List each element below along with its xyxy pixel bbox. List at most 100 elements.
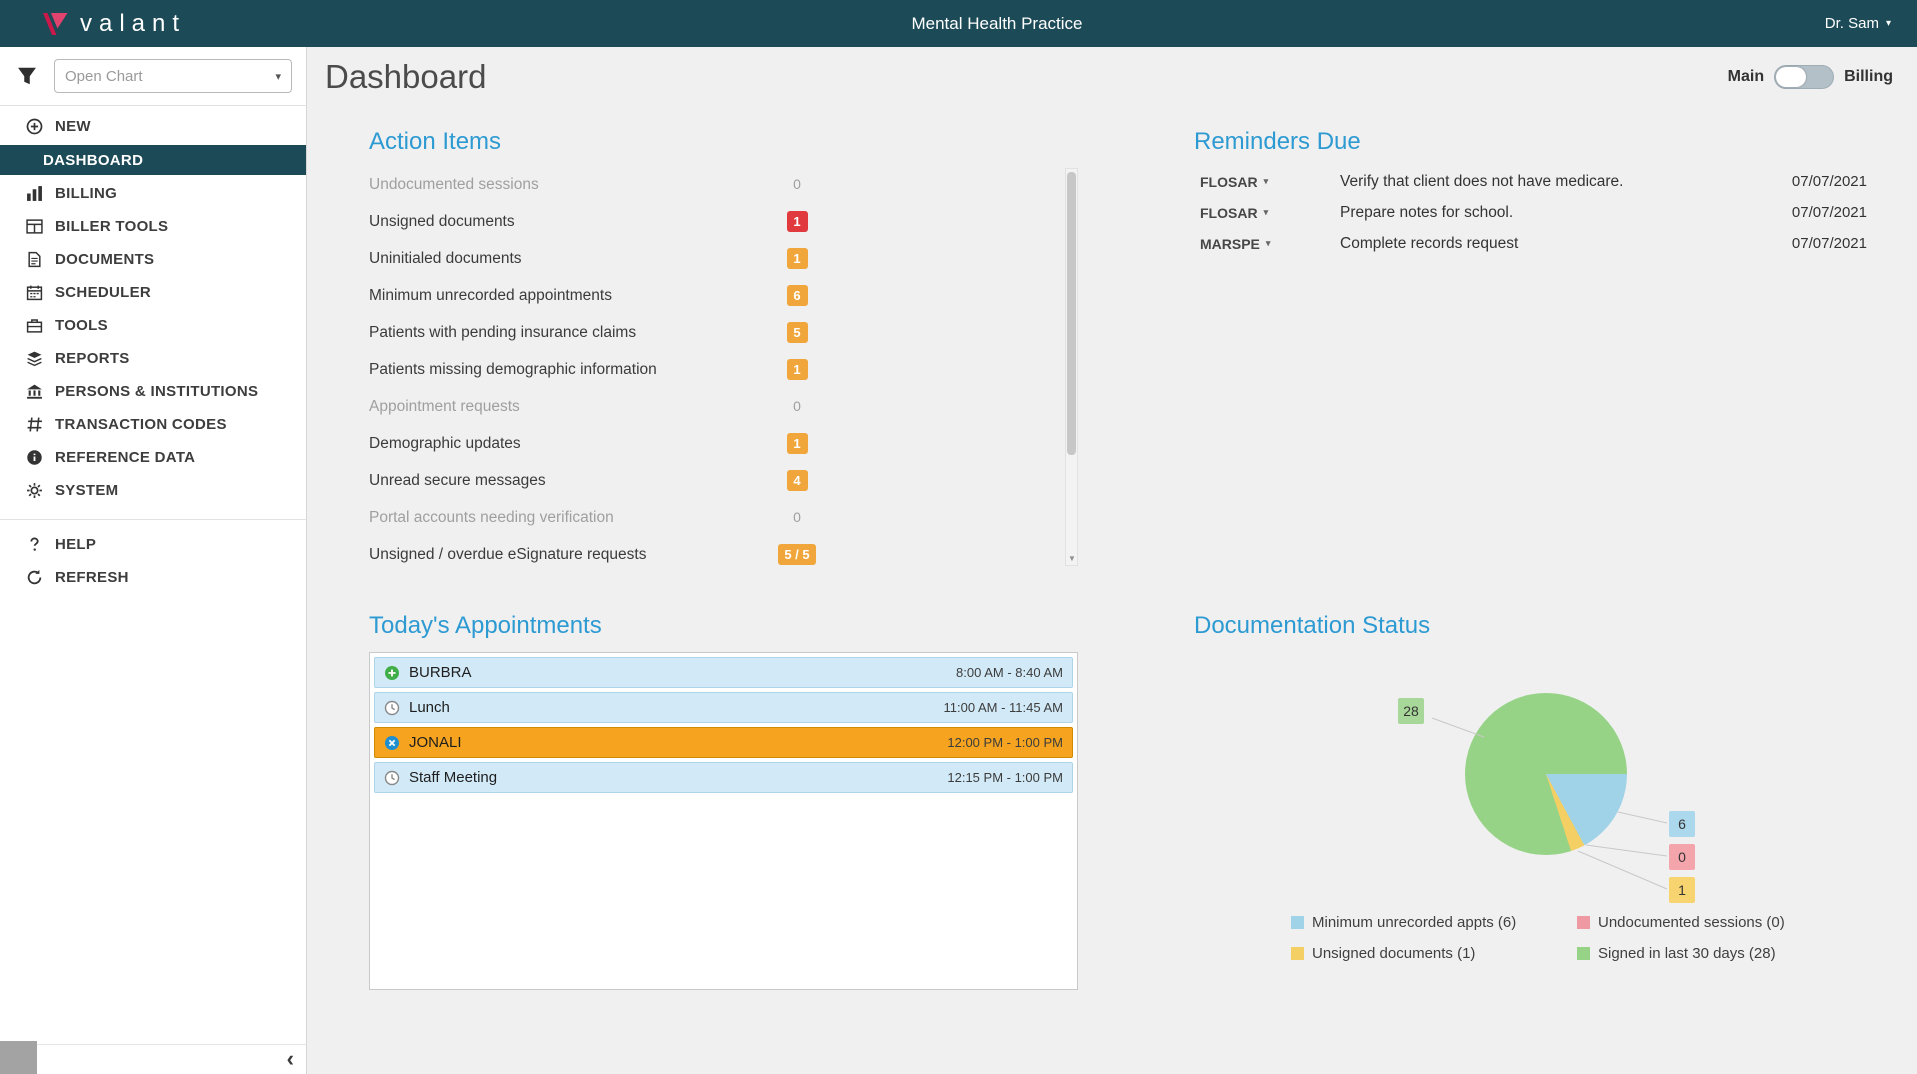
count-value: 0 [793,176,801,192]
sidebar-item-label: SCHEDULER [55,284,151,301]
sidebar-collapse[interactable]: ‹ [0,1044,306,1074]
app-window: valant Mental Health Practice Dr. Sam ▾ … [0,0,1917,1074]
open-chart-placeholder: Open Chart [65,68,275,85]
sidebar-item-label: TRANSACTION CODES [55,416,227,433]
sidebar-item-reference-data[interactable]: REFERENCE DATA [0,441,306,474]
question-icon [26,536,44,554]
main-billing-toggle[interactable] [1774,65,1834,89]
count-badge: 4 [787,470,808,491]
sidebar: Open Chart ▾ NEWDASHBOARDBILLINGBILLER T… [0,47,307,1074]
action-item-count: 0 [777,398,817,416]
documentation-status-section: Documentation Status 28 6 0 1 Minimum un… [1194,612,1884,1012]
action-item-row[interactable]: Unsigned / overdue eSignature requests 5 … [369,536,1059,573]
action-item-label: Unsigned / overdue eSignature requests [369,546,646,564]
legend-item: Signed in last 30 days (28) [1577,945,1785,962]
sidebar-item-reports[interactable]: REPORTS [0,342,306,375]
count-badge: 1 [787,359,808,380]
sidebar-item-scheduler[interactable]: SCHEDULER [0,276,306,309]
topbar: valant Mental Health Practice Dr. Sam ▾ [0,0,1917,47]
sidebar-item-dashboard[interactable]: DASHBOARD [0,145,306,175]
pie-callout: 1 [1669,877,1695,903]
funnel-icon [16,65,38,87]
valant-logo[interactable]: valant [40,10,186,38]
reminders-title: Reminders Due [1194,128,1867,156]
action-item-count: 1 [777,433,817,454]
count-badge: 5 / 5 [778,544,815,565]
sidebar-item-new[interactable]: NEW [0,110,306,143]
sidebar-item-documents[interactable]: DOCUMENTS [0,243,306,276]
action-item-row[interactable]: Portal accounts needing verification0 [369,499,1059,536]
action-item-label: Unsigned documents [369,213,515,231]
action-item-row[interactable]: Unsigned documents1 [369,203,1059,240]
bank-icon [26,383,44,401]
reminder-row[interactable]: MARSPE▾Complete records request07/07/202… [1194,228,1867,259]
appointment-row[interactable]: Lunch11:00 AM - 11:45 AM [374,692,1073,723]
action-item-count: 1 [777,359,817,380]
sidebar-item-persons-institutions[interactable]: PERSONS & INSTITUTIONS [0,375,306,408]
chevron-down-icon: ▾ [1264,207,1269,218]
gears-icon [26,482,44,500]
appointment-row[interactable]: BURBRA8:00 AM - 8:40 AM [374,657,1073,688]
scrollbar-down-arrow-icon[interactable]: ▼ [1068,554,1076,563]
sidebar-item-transaction-codes[interactable]: TRANSACTION CODES [0,408,306,441]
patient-code-dropdown[interactable]: FLOSAR▾ [1194,205,1340,221]
action-item-label: Uninitialed documents [369,250,522,268]
scrollbar-thumb[interactable] [1067,172,1076,455]
sidebar-item-system[interactable]: SYSTEM [0,474,306,507]
action-item-label: Undocumented sessions [369,176,539,194]
action-item-row[interactable]: Uninitialed documents1 [369,240,1059,277]
document-icon [26,251,44,269]
legend-color-swatch [1577,916,1590,929]
action-item-row[interactable]: Patients with pending insurance claims5 [369,314,1059,351]
sidebar-item-refresh[interactable]: REFRESH [0,561,306,594]
action-items-scrollbar[interactable]: ▼ [1065,168,1078,566]
sidebar-item-help[interactable]: HELP [0,528,306,561]
sidebar-footer-nav: HELPREFRESH [0,519,306,594]
open-chart-combobox[interactable]: Open Chart ▾ [54,59,292,93]
sidebar-item-tools[interactable]: TOOLS [0,309,306,342]
main-billing-toggle-group: Main Billing [1728,65,1893,89]
action-items-section: Action Items Undocumented sessions 0 Unsig… [369,128,1089,628]
chevron-down-icon: ▾ [1886,18,1891,29]
sidebar-item-biller-tools[interactable]: BILLER TOOLS [0,210,306,243]
documentation-pie [1465,693,1627,855]
pie-callout: 6 [1669,811,1695,837]
patient-code-dropdown[interactable]: FLOSAR▾ [1194,174,1340,190]
sidebar-item-billing[interactable]: BILLING [0,177,306,210]
refresh-icon [26,569,44,587]
action-item-count: 0 [777,509,817,527]
sidebar-item-label: PERSONS & INSTITUTIONS [55,383,258,400]
chevron-left-icon: ‹ [287,1046,294,1072]
action-item-row[interactable]: Minimum unrecorded appointments6 [369,277,1059,314]
action-item-count: 5 / 5 [777,544,817,565]
action-item-row[interactable]: Patients missing demographic information… [369,351,1059,388]
user-menu[interactable]: Dr. Sam ▾ [1825,15,1891,32]
appointment-row[interactable]: Staff Meeting12:15 PM - 1:00 PM [374,762,1073,793]
action-item-row[interactable]: Appointment requests0 [369,388,1059,425]
sidebar-item-label: REFERENCE DATA [55,449,195,466]
reminder-row[interactable]: FLOSAR▾Prepare notes for school.07/07/20… [1194,197,1867,228]
legend-label: Undocumented sessions (0) [1598,914,1785,931]
reminder-text: Prepare notes for school. [1340,204,1792,222]
action-item-row[interactable]: Unread secure messages4 [369,462,1059,499]
circle-plus-icon [26,118,44,136]
legend-color-swatch [1577,947,1590,960]
filter-button[interactable] [16,63,42,89]
action-item-row[interactable]: Demographic updates1 [369,425,1059,462]
legend-item: Unsigned documents (1) [1291,945,1577,962]
patient-code: MARSPE [1200,236,1260,252]
appointment-row[interactable]: JONALI12:00 PM - 1:00 PM [374,727,1073,758]
clock-icon [384,770,400,786]
action-item-row[interactable]: Undocumented sessions 0 [369,166,1059,203]
legend-label: Signed in last 30 days (28) [1598,945,1776,962]
appointment-time: 12:00 PM - 1:00 PM [947,735,1063,750]
layers-icon [26,350,44,368]
reminder-row[interactable]: FLOSAR▾Verify that client does not have … [1194,166,1867,197]
chevron-down-icon: ▾ [1264,176,1269,187]
patient-code-dropdown[interactable]: MARSPE▾ [1194,236,1340,252]
circle-x-blue-icon [384,735,400,751]
bar-chart-icon [26,185,44,203]
action-items-title: Action Items [369,128,1089,156]
action-item-label: Patients missing demographic information [369,361,657,379]
action-item-label: Patients with pending insurance claims [369,324,636,342]
